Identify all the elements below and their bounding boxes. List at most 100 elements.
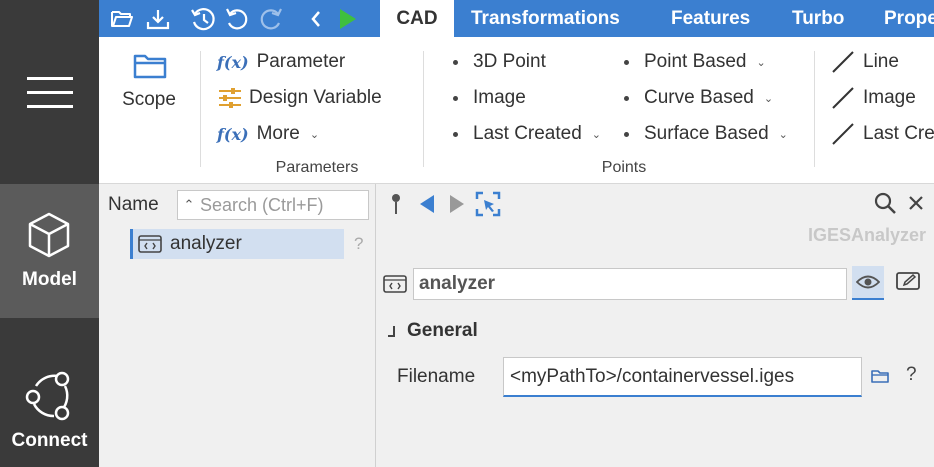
redo-icon	[260, 8, 282, 29]
bullet-icon	[624, 95, 629, 101]
more-dropdown[interactable]: f(x) More ⌄	[217, 121, 319, 147]
chevron-down-icon: ⌄	[778, 128, 788, 141]
filename-label: Filename	[397, 366, 476, 387]
undo-icon	[226, 8, 248, 29]
chevron-down-icon: ⌄	[756, 56, 766, 69]
run-button[interactable]	[337, 0, 359, 37]
pin-button[interactable]	[386, 192, 406, 216]
line-last-created-button[interactable]: Last Cre	[831, 121, 934, 147]
line-last-created-label: Last Cre	[863, 123, 934, 144]
code-node-icon	[382, 272, 408, 296]
back-button[interactable]	[307, 0, 325, 37]
line-icon	[832, 123, 854, 145]
bullet-icon	[453, 95, 458, 101]
history-icon	[191, 7, 215, 30]
object-type-label: IGESAnalyzer	[807, 225, 926, 245]
collapse-corner-icon	[388, 326, 395, 337]
undo-button[interactable]	[224, 0, 250, 37]
redo-button[interactable]	[258, 0, 284, 37]
bullet-icon	[624, 59, 629, 65]
point-last-created-dropdown[interactable]: Last Created ⌄	[453, 121, 601, 147]
left-rail: Model Connect	[0, 0, 99, 467]
title-bar: CAD Transformations Features Turbo Prope	[99, 0, 934, 37]
sliders-icon	[219, 88, 241, 108]
more-label: More	[256, 123, 300, 144]
name-column-header[interactable]: Name	[108, 194, 159, 216]
close-button[interactable]	[905, 192, 927, 214]
scope-button[interactable]: Scope	[113, 49, 185, 119]
ribbon-separator	[814, 51, 815, 167]
next-arrow-icon	[450, 195, 464, 213]
edit-button[interactable]	[894, 268, 922, 296]
point-based-label: Point Based	[644, 51, 747, 72]
hamburger-icon	[26, 77, 73, 108]
parameters-group-label: Parameters	[275, 159, 359, 176]
edit-icon	[896, 272, 920, 290]
tree-item-label: analyzer	[170, 233, 242, 254]
browse-file-button[interactable]	[870, 366, 890, 386]
object-name-field[interactable]: analyzer	[413, 268, 847, 300]
filename-input[interactable]: <myPathTo>/containervessel.iges	[503, 357, 862, 397]
line-image-label: Image	[863, 87, 916, 108]
connect-graph-icon	[25, 371, 70, 421]
line-button[interactable]: Line	[831, 49, 899, 75]
history-button[interactable]	[189, 0, 217, 37]
bullet-icon	[453, 131, 458, 137]
point-image-label: Image	[473, 87, 526, 108]
point-3d-label: 3D Point	[473, 51, 546, 72]
curve-based-dropdown[interactable]: Curve Based ⌄	[624, 85, 773, 111]
rail-model-button[interactable]: Model	[0, 184, 99, 318]
line-image-button[interactable]: Image	[831, 85, 916, 111]
tree-item-help[interactable]: ?	[354, 234, 363, 254]
line-label: Line	[863, 51, 899, 72]
tree-search-box[interactable]: ⌃	[177, 190, 369, 220]
line-icon	[832, 87, 854, 109]
chevron-down-icon: ⌄	[763, 92, 774, 105]
chevron-down-icon: ⌄	[591, 128, 602, 141]
surface-based-label: Surface Based	[644, 123, 769, 144]
tab-cad[interactable]: CAD	[380, 0, 454, 37]
ribbon-separator	[200, 51, 201, 167]
filename-help[interactable]: ?	[906, 364, 917, 386]
open-button[interactable]	[109, 0, 135, 37]
object-name-value: analyzer	[419, 273, 496, 294]
next-button[interactable]	[446, 192, 468, 216]
scope-label: Scope	[122, 89, 176, 110]
select-target-button[interactable]	[474, 190, 502, 218]
scope-folder-icon	[133, 54, 167, 79]
point-image-button[interactable]: Image	[453, 85, 526, 111]
code-node-icon	[138, 235, 162, 253]
tab-turbo[interactable]: Turbo	[792, 0, 844, 37]
open-folder-icon	[111, 10, 133, 27]
tab-features[interactable]: Features	[671, 0, 750, 37]
rail-connect-button[interactable]: Connect	[0, 318, 99, 467]
save-download-button[interactable]	[145, 0, 171, 37]
design-variable-button[interactable]: Design Variable	[217, 85, 382, 111]
parameter-label: Parameter	[256, 51, 346, 72]
visibility-toggle[interactable]	[852, 266, 884, 300]
general-section-header[interactable]: General	[386, 320, 478, 342]
fx-icon: f(x)	[217, 124, 249, 144]
general-section-title: General	[407, 320, 478, 341]
tab-transformations[interactable]: Transformations	[471, 0, 620, 37]
surface-based-dropdown[interactable]: Surface Based ⌄	[624, 121, 788, 147]
tree-item-analyzer[interactable]: analyzer	[130, 229, 344, 259]
cube-icon	[28, 212, 70, 258]
prev-button[interactable]	[416, 192, 438, 216]
close-icon	[909, 196, 923, 210]
folder-icon	[871, 370, 889, 383]
ribbon: Scope f(x) Parameter Design Variable f(x…	[99, 37, 934, 184]
points-group-label: Points	[601, 159, 647, 176]
point-3d-button[interactable]: 3D Point	[453, 49, 546, 75]
search-button[interactable]	[872, 190, 898, 216]
download-icon	[146, 9, 170, 29]
tab-properties[interactable]: Prope	[884, 0, 934, 37]
select-target-icon	[475, 191, 501, 217]
tree-header: Name ⌃	[99, 184, 376, 226]
tree-search-input[interactable]	[200, 194, 360, 216]
point-based-dropdown[interactable]: Point Based ⌄	[624, 49, 766, 75]
back-chevron-icon	[311, 10, 320, 27]
parameter-button[interactable]: f(x) Parameter	[217, 49, 345, 75]
hamburger-menu-button[interactable]	[0, 0, 99, 184]
chevron-up-icon[interactable]: ⌃	[178, 197, 200, 213]
